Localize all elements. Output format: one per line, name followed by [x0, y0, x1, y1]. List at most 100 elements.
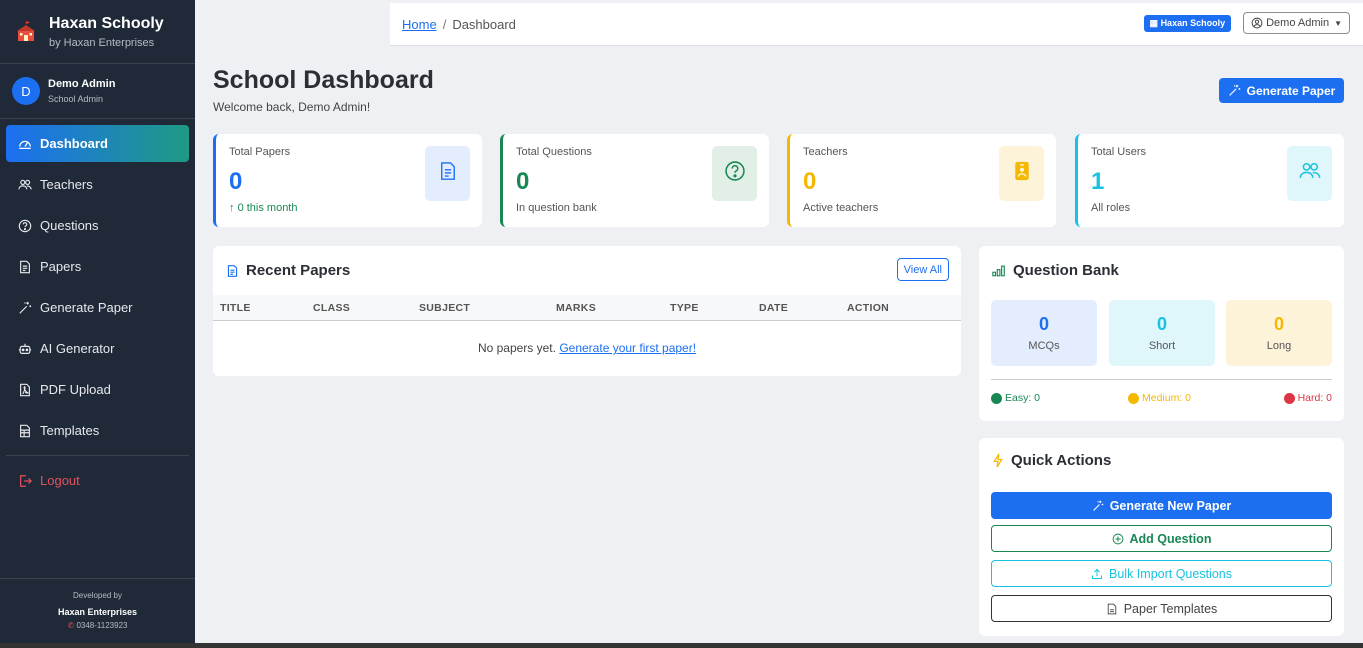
mcq-count: 0	[1038, 314, 1049, 334]
column-header-marks[interactable]: MARKS	[556, 302, 596, 314]
sidebar-item-label: Templates	[40, 423, 100, 438]
page-subtitle: Welcome back, Demo Admin!	[213, 100, 371, 114]
recent-papers-title: Recent Papers	[226, 262, 350, 279]
sidebar-nav: Dashboard Teachers Questions Papers Gene…	[0, 119, 195, 499]
sidebar-item-logout[interactable]: Logout	[6, 462, 189, 499]
sidebar-item-label: Questions	[40, 218, 99, 233]
breadcrumb-current: Dashboard	[452, 16, 516, 32]
magic-wand-icon	[17, 300, 33, 316]
view-all-button[interactable]: View All	[896, 258, 949, 281]
stat-icon-box	[425, 146, 470, 201]
breadcrumb-home-link[interactable]: Home	[402, 17, 437, 32]
arrow-up-icon: ↑	[229, 202, 235, 214]
sidebar-item-dashboard[interactable]: Dashboard	[6, 125, 189, 162]
mcq-count-box: 0 MCQs	[991, 300, 1097, 366]
long-label: Long	[1266, 340, 1292, 352]
empty-state: No papers yet. Generate your first paper…	[213, 341, 961, 355]
difficulty-easy: Easy: 0	[991, 392, 1040, 404]
question-bank-card: Question Bank 0 MCQs 0 Short 0 Long Easy…	[979, 246, 1344, 421]
user-name: Demo Admin	[48, 78, 116, 90]
short-label: Short	[1148, 340, 1176, 352]
medium-count: Medium: 0	[1142, 392, 1192, 404]
add-question-button[interactable]: Add Question	[991, 525, 1332, 552]
person-circle-icon	[1251, 17, 1263, 29]
generate-paper-button[interactable]: Generate Paper	[1219, 78, 1344, 103]
sidebar-item-teachers[interactable]: Teachers	[6, 166, 189, 203]
sidebar-item-label: Generate Paper	[40, 300, 133, 315]
developer-name: Haxan Enterprises	[57, 607, 138, 617]
stat-foot: All roles	[1091, 202, 1131, 214]
add-question-label: Add Question	[1129, 531, 1212, 546]
column-header-type[interactable]: TYPE	[670, 302, 699, 314]
user-menu-button[interactable]: Demo Admin ▼	[1243, 12, 1350, 34]
mcq-label: MCQs	[1028, 340, 1060, 352]
stat-icon-box	[1287, 146, 1332, 201]
question-circle-icon	[17, 218, 33, 234]
sidebar-item-ai-generator[interactable]: AI Generator	[6, 330, 189, 367]
column-header-title[interactable]: TITLE	[220, 302, 251, 314]
question-bank-title: Question Bank	[992, 262, 1119, 279]
stat-foot: Active teachers	[803, 202, 879, 214]
column-header-date[interactable]: DATE	[759, 302, 788, 314]
table-header: TITLE CLASS SUBJECT MARKS TYPE DATE ACTI…	[213, 295, 961, 321]
recent-papers-title-text: Recent Papers	[246, 262, 351, 279]
quick-actions-title: Quick Actions	[992, 452, 1111, 469]
difficulty-hard: Hard: 0	[1283, 392, 1332, 404]
plus-circle-icon	[1112, 533, 1124, 545]
people-icon	[17, 177, 33, 193]
stat-foot: ↑ 0 this month	[229, 202, 469, 214]
hard-dot-icon	[1283, 392, 1295, 404]
brand[interactable]: Haxan Schooly by Haxan Enterprises	[0, 0, 195, 64]
stat-icon-box	[712, 146, 757, 201]
sidebar-item-generate-paper[interactable]: Generate Paper	[6, 289, 189, 326]
sidebar-item-label: AI Generator	[40, 341, 115, 356]
short-count-box: 0 Short	[1109, 300, 1215, 366]
gauge-icon	[17, 136, 33, 152]
sidebar-item-pdf-upload[interactable]: PDF Upload	[6, 371, 189, 408]
bar-chart-icon	[992, 264, 1006, 277]
sidebar-item-label: Papers	[40, 259, 82, 274]
user-menu-label: Demo Admin	[1266, 17, 1330, 29]
building-icon: ▦	[1149, 17, 1159, 28]
phone-icon: ✆	[67, 621, 75, 630]
sidebar-item-label: Logout	[40, 473, 80, 488]
breadcrumb: Home / Dashboard	[402, 17, 516, 32]
school-badge-label: Haxan Schooly	[1160, 17, 1226, 28]
generate-paper-label: Generate Paper	[1246, 83, 1336, 98]
lightning-icon	[992, 453, 1004, 468]
column-header-subject[interactable]: SUBJECT	[419, 302, 470, 314]
quick-actions-title-text: Quick Actions	[1011, 452, 1112, 469]
stat-foot-text: 0 this month	[237, 202, 298, 214]
bulk-import-button[interactable]: Bulk Import Questions	[991, 560, 1332, 587]
sidebar-item-templates[interactable]: Templates	[6, 412, 189, 449]
stat-card-teachers: Teachers 0 Active teachers	[787, 134, 1056, 227]
sidebar-item-label: PDF Upload	[40, 382, 111, 397]
people-icon	[1299, 160, 1321, 187]
user-role: School Admin	[48, 94, 104, 104]
paper-templates-label: Paper Templates	[1123, 601, 1218, 616]
upload-icon	[1091, 568, 1103, 580]
avatar: D	[12, 77, 40, 105]
sidebar-item-label: Teachers	[40, 177, 93, 192]
generate-first-paper-link[interactable]: Generate your first paper!	[559, 341, 696, 355]
sidebar-item-papers[interactable]: Papers	[6, 248, 189, 285]
page-title: School Dashboard	[213, 66, 434, 94]
stat-card-total-users: Total Users 1 All roles	[1075, 134, 1344, 227]
column-header-class[interactable]: CLASS	[313, 302, 350, 314]
hard-count: Hard: 0	[1297, 392, 1332, 404]
divider	[991, 379, 1332, 380]
sidebar-item-questions[interactable]: Questions	[6, 207, 189, 244]
question-circle-icon	[724, 160, 746, 187]
sidebar-user: D Demo Admin School Admin	[0, 64, 195, 119]
generate-new-paper-label: Generate New Paper	[1109, 498, 1232, 513]
paper-templates-button[interactable]: Paper Templates	[991, 595, 1332, 622]
quick-actions-card: Quick Actions Generate New Paper Add Que…	[979, 438, 1344, 636]
taskbar-strip	[0, 643, 1363, 648]
column-header-action[interactable]: ACTION	[847, 302, 889, 314]
file-text-icon	[226, 264, 239, 278]
file-icon	[1106, 603, 1118, 615]
generate-new-paper-button[interactable]: Generate New Paper	[991, 492, 1332, 519]
caret-down-icon: ▼	[1334, 18, 1342, 28]
developer-phone-text: 0348-1123923	[76, 621, 128, 630]
difficulty-medium: Medium: 0	[1128, 392, 1191, 404]
